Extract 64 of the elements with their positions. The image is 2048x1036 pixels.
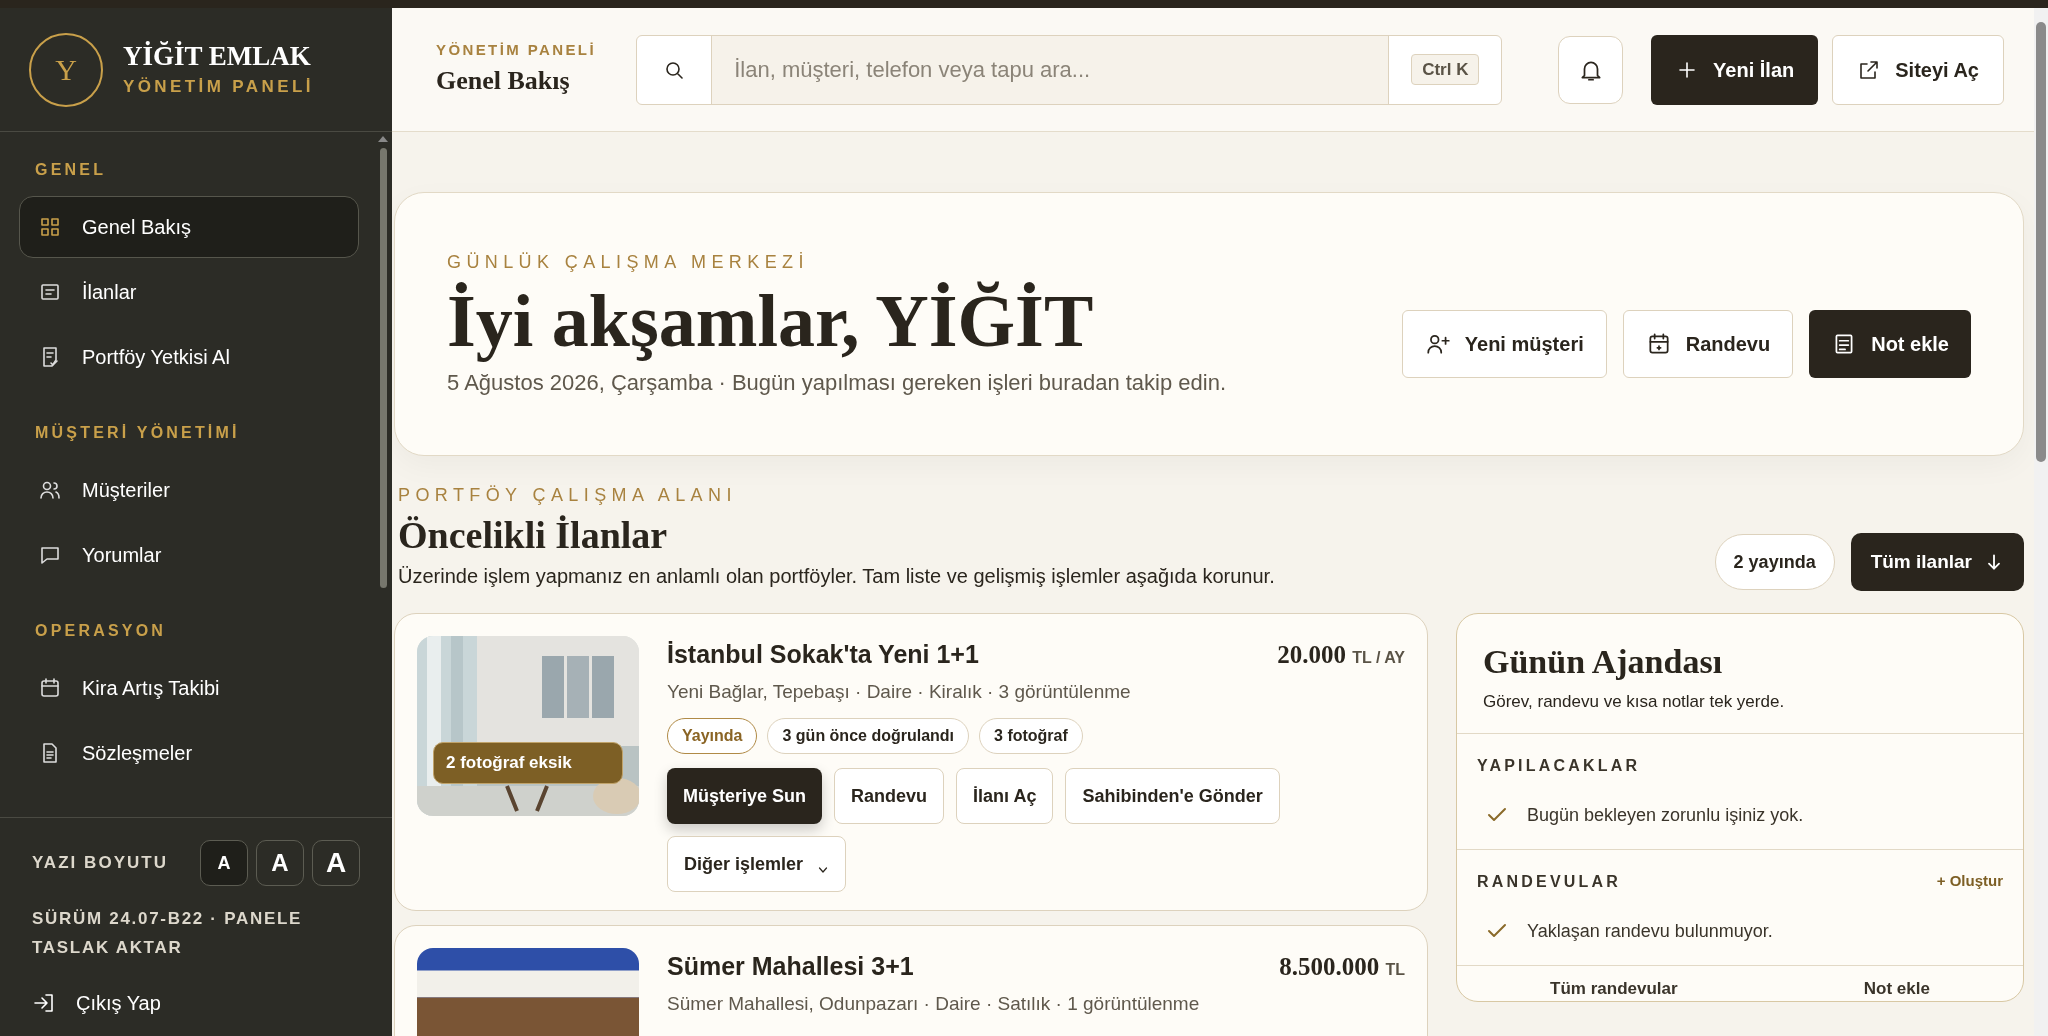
listing-action-button[interactable]: İlanı Aç	[956, 768, 1054, 824]
quick-action-button[interactable]: Not ekle	[1809, 310, 1971, 378]
nav-item[interactable]: Yorumlar	[19, 524, 359, 586]
listing-tag: 3 fotoğraf	[979, 718, 1083, 754]
greeting-heading: İyi akşamlar, YİĞİT	[447, 279, 1095, 364]
empty-state-text: Bugün bekleyen zorunlu işiniz yok.	[1527, 803, 1804, 827]
new-listing-button[interactable]: Yeni İlan	[1651, 34, 1819, 105]
nav-item[interactable]: Genel Bakış	[19, 196, 359, 258]
section-heading: MÜŞTERİ YÖNETİMİ	[34, 422, 241, 443]
agenda-subtitle: Görev, randevu ve kısa notlar tek yerde.	[1483, 691, 1786, 713]
quick-action-button[interactable]: Randevu	[1622, 310, 1794, 378]
create-link[interactable]: + Oluştur	[1936, 870, 2003, 893]
listing-meta: Sümer Mahallesi, Odunpazarı · Daire · Satılık · 1 görüntülenme	[667, 991, 1201, 1016]
open-site-button[interactable]: Siteyi Aç	[1832, 34, 2004, 105]
hero-subtitle: 5 Ağustos 2026, Çarşamba · Bugün yapılması gereken işleri buradan takip edin.	[447, 369, 1226, 397]
missing-photos-badge: 2 fotoğraf eksik	[433, 742, 623, 784]
version-text: SÜRÜM 24.07-B22 · PANELE TASLAK AKTAR	[32, 908, 304, 959]
nav-item[interactable]: Müşteriler	[19, 459, 359, 521]
shortcut-hint: Ctrl K	[1411, 53, 1480, 86]
listing-price: 8.500.000 TL	[1279, 952, 1405, 982]
logo: Y	[29, 32, 103, 107]
hero-eyebrow: GÜNLÜK ÇALIŞMA MERKEZİ	[447, 251, 810, 274]
agenda-section-heading: YAPILACAKLAR	[1477, 755, 1641, 776]
listing-action-button[interactable]: Randevu	[834, 768, 945, 824]
section-heading: GENEL	[34, 160, 108, 180]
font-size-label: YAZI BOYUTU	[32, 852, 169, 875]
listing-title: İstanbul Sokak'ta Yeni 1+1	[667, 639, 979, 670]
agenda-link[interactable]: Tüm randevular	[1550, 975, 1678, 1001]
listing-action-button[interactable]: Diğer işlemler	[667, 836, 847, 892]
font-size-button[interactable]: A	[312, 840, 360, 886]
section-heading: OPERASYON	[34, 621, 168, 641]
brand-subtitle: YÖNETİM PANELİ	[123, 75, 314, 98]
listing-action-button[interactable]: Müşteriye Sun	[667, 768, 823, 824]
section-eyebrow: PORTFÖY ÇALIŞMA ALANI	[398, 484, 738, 507]
live-count: 2 yayında	[1714, 534, 1835, 590]
empty-state-text: Yaklaşan randevu bulunmuyor.	[1527, 919, 1773, 943]
agenda-title: Günün Ajandası	[1483, 642, 1724, 682]
grid-icon	[38, 215, 62, 239]
font-size-button[interactable]: A	[256, 840, 304, 886]
listing-tag: Yayında	[667, 718, 758, 754]
font-size-button[interactable]: A	[200, 840, 248, 886]
agenda-link[interactable]: Not ekle	[1863, 975, 1930, 1001]
listing-tag: 3 gün önce doğrulandı	[767, 718, 970, 754]
listing-meta: Yeni Bağlar, Tepebaşı · Daire · Kiralık · 3 görüntülenme	[667, 679, 1132, 704]
agenda-section-heading: RANDEVULAR	[1477, 871, 1621, 892]
logout-icon	[32, 991, 56, 1015]
all-listings-button[interactable]: Tüm ilanlar	[1850, 533, 2024, 591]
header-eyebrow: YÖNETİM PANELİ	[436, 39, 597, 60]
logout-button[interactable]: Çıkış Yap	[32, 988, 360, 1018]
search-field[interactable]: İlan, müşteri, telefon veya tapu ara... Ctrl K	[636, 34, 1503, 105]
quick-action-button[interactable]: Yeni müşteri	[1401, 310, 1607, 378]
nav-item[interactable]: Sözleşmeler	[19, 722, 359, 784]
listing-title: Sümer Mahallesi 3+1	[667, 951, 914, 982]
nav-item[interactable]: İlanlar	[19, 261, 359, 323]
nav-item[interactable]: Portföy Yetkisi Al	[19, 326, 359, 388]
listing-price: 20.000 TL / AY	[1277, 640, 1405, 670]
section-description: Üzerinde işlem yapmanız en anlamlı olan portföyler. Tam liste ve gelişmiş işlemler aşağıda korunur.	[398, 564, 1275, 589]
calendar-icon	[38, 676, 62, 700]
nav-item[interactable]: Kira Artış Takibi	[19, 657, 359, 719]
listing-action-button[interactable]: Sahibinden'e Gönder	[1065, 768, 1280, 824]
brand-name: YİĞİT EMLAK	[123, 39, 312, 73]
notifications-button[interactable]	[1558, 35, 1624, 104]
page-title: Genel Bakış	[436, 65, 571, 98]
section-heading: Öncelikli İlanlar	[398, 513, 669, 558]
